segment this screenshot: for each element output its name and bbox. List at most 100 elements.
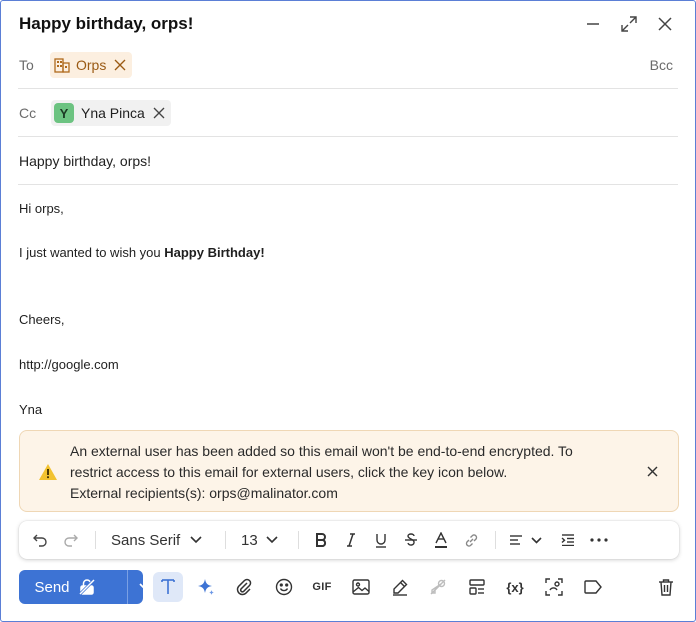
cc-recipient-name: Yna Pinca [81, 105, 145, 121]
smart-scan-button[interactable] [539, 572, 569, 602]
separator [495, 531, 496, 549]
separator [298, 531, 299, 549]
strikethrough-icon [405, 533, 417, 546]
strikethrough-button[interactable] [401, 521, 421, 559]
text-color-icon [435, 532, 447, 548]
cc-row: Cc Y Yna Pinca [18, 89, 678, 137]
expand-icon [621, 16, 637, 32]
dismiss-banner-button[interactable] [644, 463, 660, 479]
label-tag-button[interactable] [578, 572, 608, 602]
body-line-text: I just wanted to wish you [19, 245, 165, 260]
to-row: To Orps Bcc [18, 41, 678, 89]
chevron-down-icon [531, 536, 542, 544]
font-family-value: Sans Serif [111, 531, 181, 549]
banner-line-1: An external user has been added so this … [70, 443, 573, 459]
to-recipient-name: Orps [76, 57, 107, 73]
banner-line-2: restrict access to this email for extern… [70, 464, 508, 480]
signature-button[interactable] [385, 572, 415, 602]
tag-icon [584, 580, 602, 594]
body-line-bold: Happy Birthday! [164, 245, 265, 260]
close-button[interactable] [653, 13, 677, 35]
body-signature: Yna [19, 402, 43, 417]
send-button-group: Send [19, 570, 151, 604]
gif-button[interactable]: GIF [307, 572, 337, 602]
encryption-warning-banner: An external user has been added so this … [19, 430, 679, 512]
remove-to-recipient-button[interactable] [114, 59, 126, 71]
bold-button[interactable] [311, 521, 331, 559]
smiley-icon [275, 578, 293, 596]
indent-icon [561, 534, 574, 546]
pen-icon [393, 579, 408, 596]
more-options-button[interactable] [588, 521, 610, 559]
key-disabled-icon [430, 579, 446, 595]
chevron-down-icon [138, 583, 151, 591]
cc-recipient-chip[interactable]: Y Yna Pinca [51, 100, 171, 126]
separator [95, 531, 96, 549]
image-icon [352, 579, 370, 595]
building-icon [54, 58, 70, 73]
bcc-toggle[interactable]: Bcc [650, 57, 673, 73]
cc-avatar: Y [54, 103, 74, 123]
ai-assistant-button[interactable] [191, 572, 221, 602]
close-icon [153, 107, 165, 119]
bold-icon [316, 533, 327, 547]
insert-link-button[interactable] [461, 521, 481, 559]
template-button[interactable] [462, 572, 492, 602]
send-label: Send [34, 578, 70, 596]
undo-icon [33, 534, 47, 547]
subject-field[interactable]: Happy birthday, orps! [19, 153, 151, 169]
unencrypted-lock-icon [78, 578, 95, 596]
gif-label: GIF [312, 581, 332, 593]
close-icon [114, 59, 126, 71]
encryption-key-button[interactable] [423, 572, 453, 602]
italic-icon [347, 533, 355, 547]
italic-button[interactable] [341, 521, 361, 559]
emoji-button[interactable] [269, 572, 299, 602]
window-title: Happy birthday, orps! [19, 14, 194, 33]
indent-button[interactable] [558, 521, 578, 559]
sparkle-icon [198, 579, 214, 595]
to-label: To [19, 57, 34, 73]
expand-button[interactable] [617, 13, 641, 35]
cc-label: Cc [19, 105, 37, 121]
body-line: I just wanted to wish you Happy Birthday… [19, 245, 265, 260]
font-size-select[interactable]: 13 [241, 521, 281, 559]
send-button[interactable]: Send [19, 570, 111, 604]
font-family-select[interactable]: Sans Serif [111, 521, 207, 559]
banner-text: An external user has been added so this … [70, 441, 630, 504]
body-link[interactable]: http://google.com [19, 357, 119, 372]
body-greeting: Hi orps, [19, 201, 64, 216]
underline-button[interactable] [371, 521, 391, 559]
undo-button[interactable] [29, 521, 51, 559]
redo-button[interactable] [60, 521, 82, 559]
minimize-button[interactable] [581, 13, 605, 35]
formatting-toggle-button[interactable] [153, 572, 183, 602]
insert-image-button[interactable] [346, 572, 376, 602]
text-color-button[interactable] [431, 521, 451, 559]
paperclip-icon [236, 578, 252, 596]
separator [225, 531, 226, 549]
chevron-down-icon [266, 536, 278, 544]
formatting-toolbar: Sans Serif 13 [19, 521, 679, 559]
body-closing: Cheers, [19, 312, 65, 327]
close-icon [658, 17, 672, 31]
warning-icon [39, 464, 57, 480]
insert-variable-button[interactable]: {x} [500, 572, 530, 602]
chevron-down-icon [190, 536, 202, 544]
align-left-icon [510, 535, 522, 545]
trash-icon [659, 579, 673, 596]
remove-cc-recipient-button[interactable] [153, 107, 165, 119]
more-horizontal-icon [590, 538, 608, 542]
to-recipient-chip[interactable]: Orps [50, 52, 133, 78]
banner-line-3: External recipients(s): orps@malinator.c… [70, 485, 338, 501]
alignment-select[interactable] [509, 521, 549, 559]
redo-icon [64, 534, 78, 547]
discard-draft-button[interactable] [651, 572, 681, 602]
link-icon [465, 533, 477, 547]
minimize-icon [587, 23, 599, 25]
composer-window: Happy birthday, orps! To Orps Bcc Cc Y Y… [0, 0, 696, 622]
variables-label: {x} [506, 579, 524, 595]
font-size-value: 13 [241, 531, 258, 549]
attach-file-button[interactable] [229, 572, 259, 602]
scan-icon [545, 578, 563, 596]
